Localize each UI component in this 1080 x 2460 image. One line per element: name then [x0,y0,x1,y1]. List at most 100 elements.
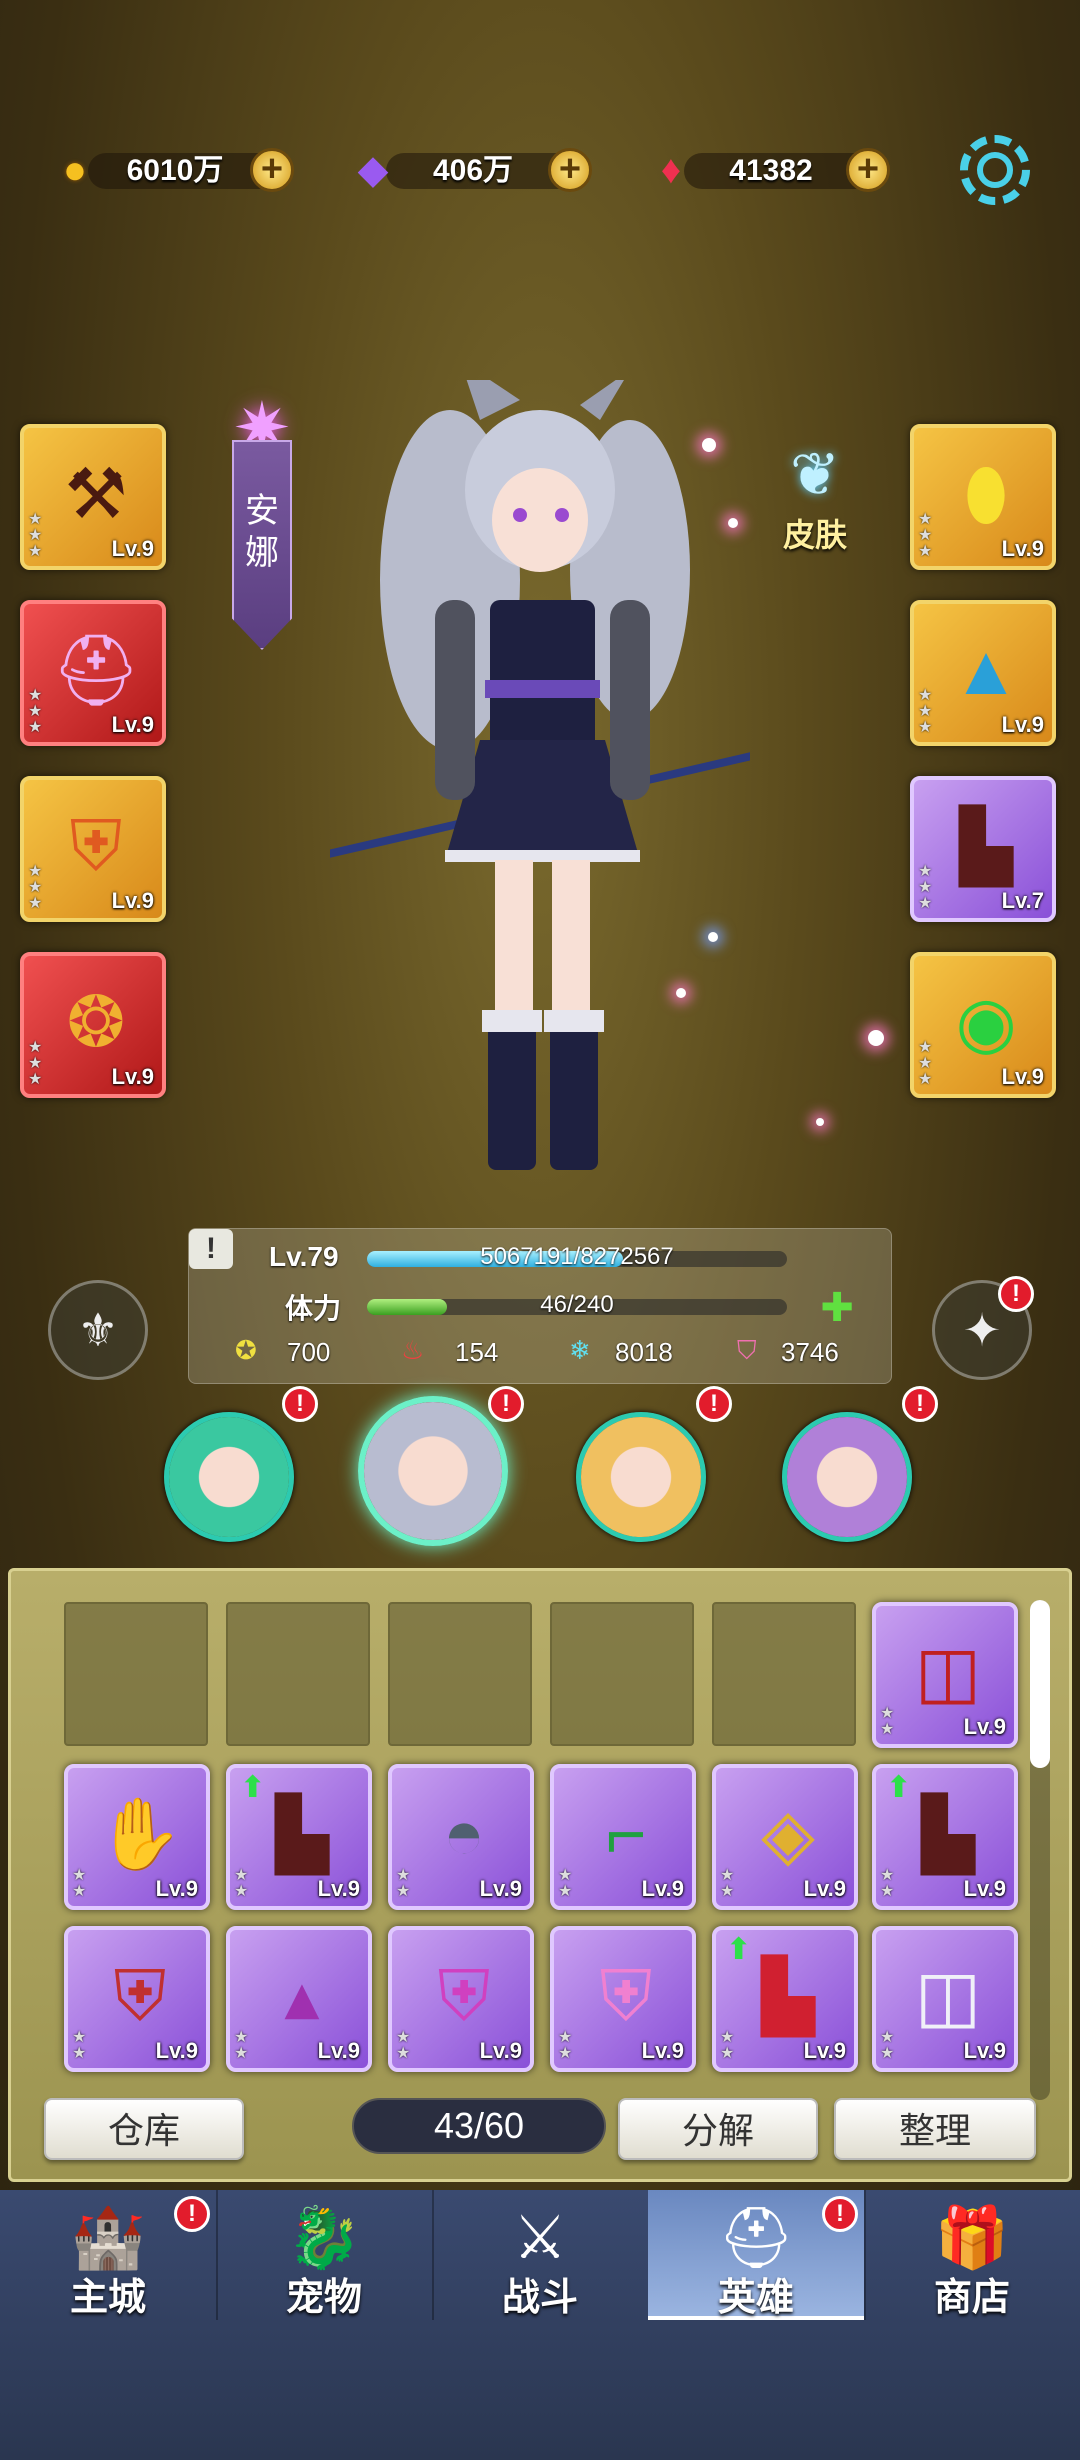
nav-pets[interactable]: 🐉 宠物 [216,2190,432,2320]
battle-emblem-icon: ⚔ [513,2204,567,2271]
equip-slot-necklace[interactable]: ❂ ★ ★ ★ Lv.9 [20,952,166,1098]
boots-icon: ▙ [761,1957,815,2035]
equip-slot-skirt[interactable]: ▲ ★ ★ ★ Lv.9 [910,600,1056,746]
fire-icon: ♨ [401,1335,425,1365]
hero-portrait-2-selected[interactable] [358,1396,508,1546]
star-rating: ★ ★ [72,2029,87,2062]
item-level: Lv.9 [479,1876,522,1901]
nav-battle[interactable]: ⚔ 战斗 [432,2190,648,2320]
star-rating: ★ ★ ★ [28,863,43,912]
equip-slot-accessory[interactable]: ⬮ ★ ★ ★ Lv.9 [910,424,1056,570]
equip-slot-helmet[interactable]: ⛑ ★ ★ ★ Lv.9 [20,600,166,746]
inventory-item[interactable]: ◫ ★ ★ Lv.9 [872,1602,1018,1748]
inventory-item[interactable]: ⛨ ★ ★ Lv.9 [550,1926,696,2072]
gauntlet-icon: ✋ [96,1795,184,1873]
item-level: Lv.9 [1001,536,1044,561]
settings-gear-icon[interactable] [960,135,1030,205]
witch-hat-icon: ▴ [284,1957,320,2035]
inventory-item[interactable]: ◓ ★ ★ Lv.9 [388,1764,534,1910]
item-level: Lv.9 [317,1876,360,1901]
skin-label: 皮肤 [782,517,847,553]
nav-shop[interactable]: 🎁 商店 [864,2190,1080,2320]
inventory-item[interactable]: ⬆ ▙ ★ ★ Lv.9 [226,1764,372,1910]
empty-slot[interactable] [388,1602,532,1746]
item-level: Lv.7 [1001,888,1044,913]
star-rating: ★ ★ [558,2029,573,2062]
inventory-item[interactable]: ⛨ ★ ★ Lv.9 [64,1926,210,2072]
star-rating: ★ ★ ★ [918,511,933,560]
item-level: Lv.9 [155,1876,198,1901]
armor-icon: ⛨ [113,1957,167,2035]
inventory-capacity: 43/60 [352,2098,606,2154]
talent-button[interactable]: ⚜ [48,1280,148,1380]
inventory-scrollbar[interactable] [1030,1600,1050,2100]
item-level: Lv.9 [803,1876,846,1901]
inventory-item[interactable]: ▴ ★ ★ Lv.9 [226,1926,372,2072]
item-level: Lv.9 [111,888,154,913]
defense-value: 3746 [781,1337,839,1367]
add-crystal-button[interactable]: + [548,148,592,192]
inventory-item[interactable]: ⬆ ▙ ★ ★ Lv.9 [872,1764,1018,1910]
inventory-item[interactable]: ◫ ★ ★ Lv.9 [872,1926,1018,2072]
knight-helmet-icon: ⛑ [718,2204,795,2271]
hero-level: Lv.79 [269,1241,339,1272]
purple-crystal-icon: ◆ [357,148,389,192]
empty-slot[interactable] [712,1602,856,1746]
notification-badge: ! [696,1386,732,1422]
star-rating: ★ ★ [72,1867,87,1900]
star-rating: ★ ★ [720,1867,735,1900]
star-rating: ★ ★ [880,1867,895,1900]
empty-slot[interactable] [64,1602,208,1746]
shield-icon: ⛉ [737,1335,757,1365]
item-level: Lv.9 [963,1714,1006,1739]
exp-text: 5067191/8272567 [480,1243,674,1270]
add-gold-button[interactable]: + [250,148,294,192]
mask-icon: ◈ [761,1795,815,1873]
add-gem-button[interactable]: + [846,148,890,192]
notification-badge: ! [488,1386,524,1422]
info-icon[interactable]: ! [189,1229,233,1269]
decompose-button[interactable]: 分解 [618,2098,818,2160]
empty-slot[interactable] [226,1602,370,1746]
inventory-item[interactable]: ◈ ★ ★ Lv.9 [712,1764,858,1910]
item-level: Lv.9 [1001,1064,1044,1089]
hero-name: 安娜 [245,492,279,572]
attack-value: 700 [287,1337,331,1367]
skin-button[interactable]: ❦ 皮肤 [770,440,860,556]
hero-face [581,1417,701,1537]
gun-icon: ⌐ [605,1795,647,1873]
bottom-navigation: 🏰 主城 🐉 宠物 ⚔ 战斗 ⛑ 英雄 🎁 商店 [0,2190,1080,2460]
hero-portrait-3[interactable] [576,1412,706,1542]
hero-portrait-1[interactable] [164,1412,294,1542]
ice-value: 8018 [615,1337,673,1367]
inventory-item[interactable]: ⌐ ★ ★ Lv.9 [550,1764,696,1910]
equip-slot-ring[interactable]: ◉ ★ ★ ★ Lv.9 [910,952,1056,1098]
star-rating: ★ ★ ★ [918,1039,933,1088]
crystal-value: 406万 [432,154,514,187]
empty-slot[interactable] [550,1602,694,1746]
item-level: Lv.9 [111,712,154,737]
sort-button[interactable]: 整理 [834,2098,1036,2160]
item-level: Lv.9 [1001,712,1044,737]
warehouse-button[interactable]: 仓库 [44,2098,244,2160]
item-level: Lv.9 [641,1876,684,1901]
stamina-text: 46/240 [540,1291,614,1318]
item-level: Lv.9 [111,536,154,561]
stamina-label: 体力 [285,1293,342,1324]
inventory-item[interactable]: ✋ ★ ★ Lv.9 [64,1764,210,1910]
item-level: Lv.9 [111,1064,154,1089]
equip-slot-armor[interactable]: ⛨ ★ ★ ★ Lv.9 [20,776,166,922]
equip-slot-weapon[interactable]: ⚒ ★ ★ ★ Lv.9 [20,424,166,570]
inventory-item[interactable]: ⬆ ▙ ★ ★ Lv.9 [712,1926,858,2072]
hero-face [787,1417,907,1537]
necklace-icon: ❂ [66,983,126,1061]
equip-slot-boots[interactable]: ▙ ★ ★ ★ Lv.7 [910,776,1056,922]
book-icon: ✦ [962,1304,1002,1356]
star-rating: ★ ★ [234,1867,249,1900]
notification-badge: ! [998,1276,1034,1312]
inventory-item[interactable]: ⛨ ★ ★ Lv.9 [388,1926,534,2072]
add-stamina-button[interactable]: ✚ [817,1288,857,1329]
hero-face [364,1402,502,1540]
star-rating: ★ ★ [720,2029,735,2062]
hero-portrait-4[interactable] [782,1412,912,1542]
